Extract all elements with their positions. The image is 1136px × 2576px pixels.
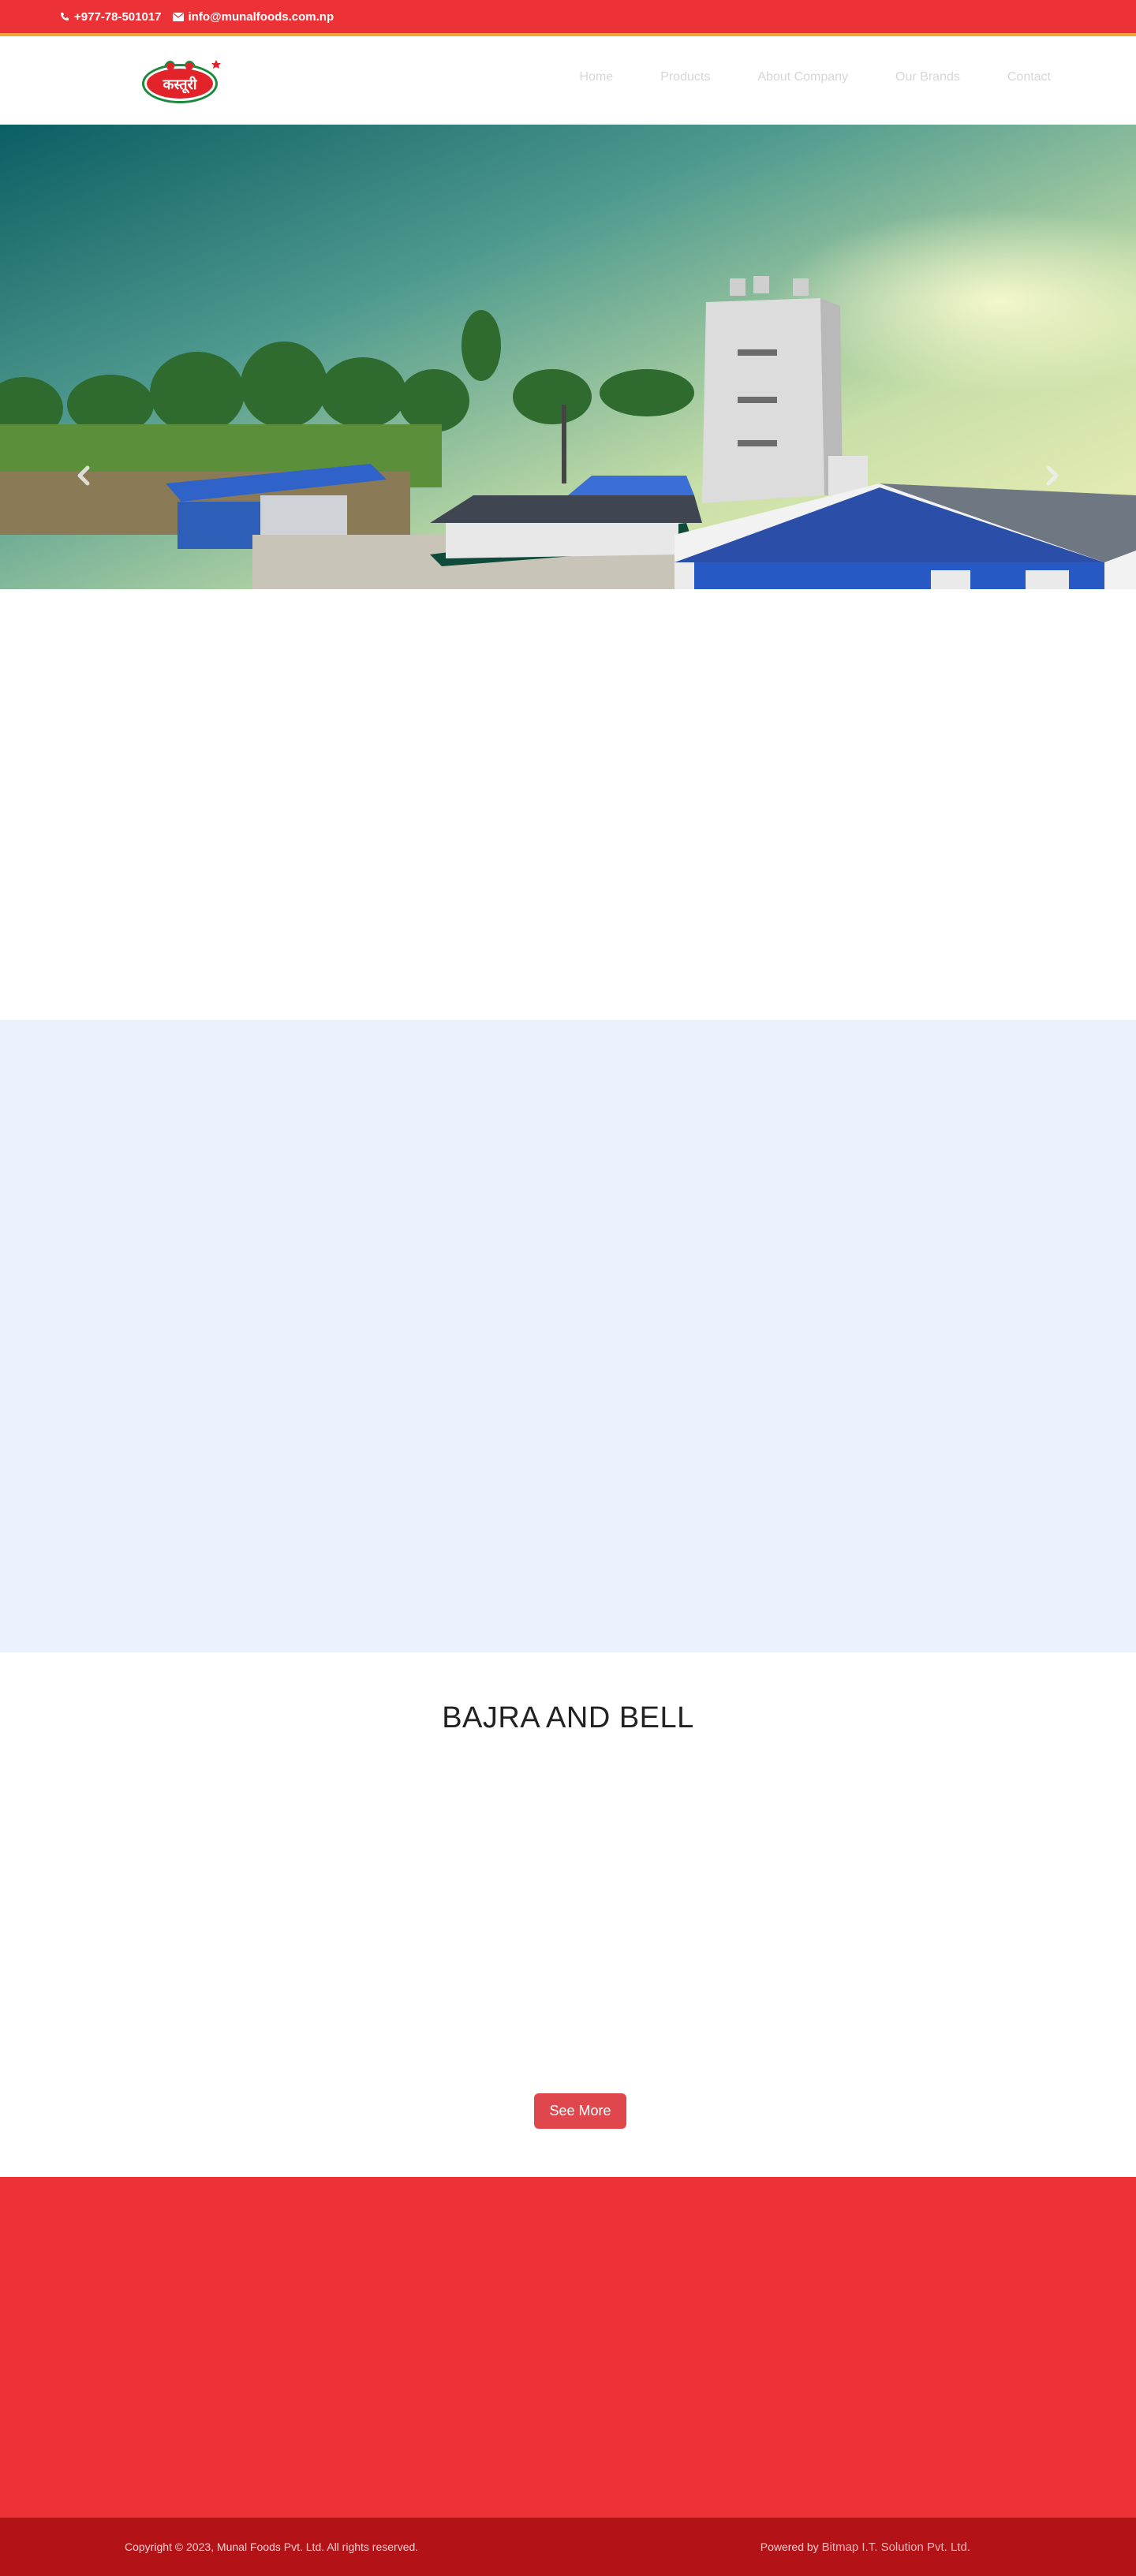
nav-item-contact[interactable]: Contact: [984, 68, 1074, 87]
site-header: कस्तूरी Home Products About Company Our Bra…: [0, 36, 1136, 125]
phone-number: +977-78-501017: [74, 9, 162, 24]
nav-item-products[interactable]: Products: [637, 68, 734, 87]
powered-by: Powered by Bitmap I.T. Solution Pvt. Ltd…: [760, 2541, 970, 2554]
section-title: BAJRA AND BELL: [442, 1701, 694, 1734]
top-contact-bar: +977-78-501017 info@munalfoods.com.np: [0, 0, 1136, 36]
footer-upper: [0, 2177, 1136, 2518]
blank-section: [0, 589, 1136, 1020]
factory-photo: [0, 125, 1136, 589]
envelope-icon: [172, 12, 184, 21]
logo-wordmark: कस्तूरी: [162, 76, 197, 94]
site-footer: Copyright © 2023, Munal Foods Pvt. Ltd. …: [0, 2518, 1136, 2576]
email-contact[interactable]: info@munalfoods.com.np: [172, 9, 334, 24]
highlight-section: [0, 1020, 1136, 1652]
powered-prefix: Powered by: [760, 2540, 819, 2553]
nav-item-our-brands[interactable]: Our Brands: [872, 68, 984, 87]
brand-logo[interactable]: कस्तूरी: [140, 57, 222, 106]
phone-icon: [61, 13, 69, 21]
hero-carousel: [0, 125, 1136, 589]
developer-link[interactable]: Bitmap I.T. Solution Pvt. Ltd.: [822, 2541, 970, 2554]
email-address: info@munalfoods.com.np: [188, 9, 334, 24]
carousel-prev-button[interactable]: [73, 464, 96, 487]
bajra-section: BAJRA AND BELL See More: [0, 1652, 1136, 2177]
main-nav: Home Products About Company Our Brands Conta…: [555, 68, 1074, 87]
see-more-button[interactable]: See More: [534, 2093, 626, 2129]
phone-contact[interactable]: +977-78-501017: [60, 10, 162, 24]
copyright-text: Copyright © 2023, Munal Foods Pvt. Ltd. …: [125, 2541, 419, 2553]
carousel-next-button[interactable]: [1040, 464, 1063, 487]
nav-item-home[interactable]: Home: [555, 68, 637, 87]
nav-item-about-company[interactable]: About Company: [734, 68, 872, 87]
